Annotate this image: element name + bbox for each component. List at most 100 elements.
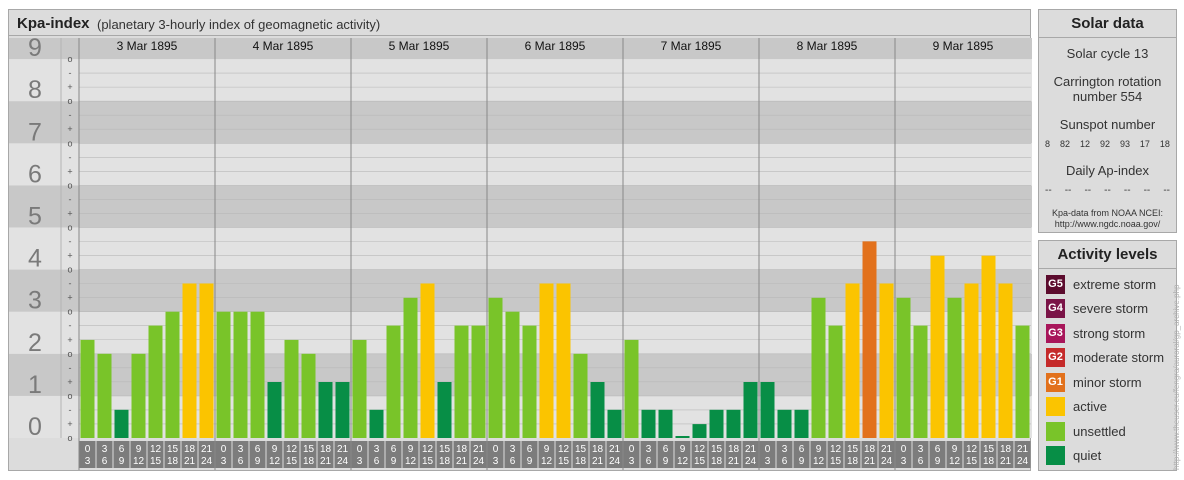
kp-bar bbox=[947, 297, 962, 438]
interval-end-label: 6 bbox=[238, 456, 244, 467]
interval-start-label: 15 bbox=[167, 444, 179, 455]
interval-start-label: 12 bbox=[694, 444, 706, 455]
interval-start-label: 9 bbox=[952, 444, 958, 455]
activity-level-label: minor storm bbox=[1073, 374, 1142, 390]
kp-bar bbox=[369, 409, 384, 438]
interval-start-label: 3 bbox=[374, 444, 380, 455]
kp-bar bbox=[692, 424, 707, 438]
solar-data-title: Solar data bbox=[1039, 10, 1176, 38]
sunspot-value: 17 bbox=[1139, 139, 1150, 149]
interval-end-label: 9 bbox=[255, 456, 261, 467]
chart-title: Kpa-index bbox=[17, 15, 90, 32]
kp-bar bbox=[267, 382, 282, 438]
source-line: Kpa-data from NOAA NCEI: bbox=[1051, 208, 1164, 218]
interval-start-label: 15 bbox=[439, 444, 451, 455]
kp-bar bbox=[97, 353, 112, 438]
interval-end-label: 3 bbox=[85, 456, 91, 467]
interval-end-label: 3 bbox=[493, 456, 499, 467]
kp-bar bbox=[879, 283, 894, 438]
solar-cycle: Solar cycle 13 bbox=[1066, 46, 1149, 61]
activity-level-swatch bbox=[1046, 397, 1065, 416]
sunspot-value: 93 bbox=[1119, 139, 1130, 149]
interval-start-label: 12 bbox=[558, 444, 570, 455]
interval-end-label: 6 bbox=[374, 456, 380, 467]
interval-end-label: 12 bbox=[949, 456, 961, 467]
interval-end-label: 18 bbox=[983, 456, 995, 467]
kp-bar bbox=[828, 325, 843, 438]
interval-start-label: 9 bbox=[816, 444, 822, 455]
minor-tick-label: - bbox=[69, 152, 72, 162]
minor-tick-label: - bbox=[69, 237, 72, 247]
activity-level-label: quiet bbox=[1073, 448, 1102, 463]
y-tick-label: 7 bbox=[28, 118, 42, 146]
y-tick-label: 4 bbox=[28, 245, 42, 273]
minor-tick-label: - bbox=[69, 194, 72, 204]
interval-end-label: 12 bbox=[405, 456, 417, 467]
source-link[interactable]: http://www.ngdc.noaa.gov/ bbox=[1039, 219, 1176, 230]
interval-start-label: 21 bbox=[337, 444, 349, 455]
kp-bar bbox=[811, 297, 826, 438]
interval-end-label: 9 bbox=[663, 456, 669, 467]
interval-end-label: 12 bbox=[541, 456, 553, 467]
kp-bar bbox=[80, 339, 95, 438]
interval-start-label: 6 bbox=[935, 444, 941, 455]
minor-tick-label: o bbox=[67, 138, 72, 148]
activity-level-row: G3 strong storm bbox=[1046, 323, 1145, 343]
activity-level-swatch: G5 bbox=[1046, 274, 1065, 294]
minor-tick-label: - bbox=[69, 68, 72, 78]
ap-value: -- bbox=[1123, 185, 1131, 196]
kp-bar bbox=[862, 241, 877, 438]
kp-bar bbox=[624, 339, 639, 438]
daily-ap-label: Daily Ap-index bbox=[1065, 163, 1150, 178]
ap-value: -- bbox=[1163, 185, 1170, 196]
minor-tick-label: + bbox=[67, 208, 72, 218]
activity-level-label: severe storm bbox=[1073, 301, 1149, 316]
interval-end-label: 24 bbox=[609, 456, 621, 467]
interval-end-label: 6 bbox=[918, 456, 924, 467]
day-label: 8 Mar 1895 bbox=[797, 39, 858, 53]
minor-tick-label: o bbox=[67, 180, 72, 190]
interval-start-label: 9 bbox=[136, 444, 142, 455]
interval-end-label: 24 bbox=[473, 456, 485, 467]
kp-bar bbox=[114, 409, 129, 438]
kp-bar bbox=[726, 409, 741, 438]
interval-start-label: 3 bbox=[510, 444, 516, 455]
kp-bar bbox=[165, 311, 180, 438]
minor-tick-label: + bbox=[67, 124, 72, 134]
kp-bar bbox=[131, 353, 146, 438]
interval-start-label: 6 bbox=[527, 444, 533, 455]
activity-level-label: moderate storm bbox=[1073, 350, 1165, 365]
minor-tick-label: - bbox=[69, 279, 72, 289]
interval-start-label: 0 bbox=[765, 444, 771, 455]
minor-tick-label: o bbox=[67, 222, 72, 232]
interval-start-label: 0 bbox=[357, 444, 363, 455]
interval-start-label: 9 bbox=[408, 444, 414, 455]
kp-bar bbox=[471, 325, 486, 438]
kp-band bbox=[9, 269, 1032, 312]
y-tick-label: 0 bbox=[28, 413, 42, 441]
interval-end-label: 18 bbox=[847, 456, 859, 467]
interval-start-label: 18 bbox=[1000, 444, 1012, 455]
day-label: 9 Mar 1895 bbox=[933, 39, 994, 53]
kp-bar bbox=[522, 325, 537, 438]
kp-band bbox=[9, 227, 1032, 270]
sunspot-value: 12 bbox=[1079, 139, 1090, 149]
kp-bar bbox=[437, 382, 452, 438]
activity-level-swatch bbox=[1046, 421, 1065, 441]
activity-levels-title: Activity levels bbox=[1039, 241, 1176, 269]
interval-end-label: 18 bbox=[167, 456, 179, 467]
interval-end-label: 3 bbox=[221, 456, 227, 467]
kp-bar bbox=[1015, 325, 1030, 438]
interval-start-label: 0 bbox=[85, 444, 91, 455]
interval-end-label: 24 bbox=[745, 456, 757, 467]
kp-bar bbox=[301, 353, 316, 438]
interval-end-label: 3 bbox=[357, 456, 363, 467]
interval-start-label: 3 bbox=[782, 444, 788, 455]
kp-bar bbox=[760, 382, 775, 438]
minor-tick-label: + bbox=[67, 166, 72, 176]
interval-start-label: 15 bbox=[575, 444, 587, 455]
interval-end-label: 21 bbox=[592, 456, 604, 467]
interval-end-label: 21 bbox=[864, 456, 876, 467]
minor-tick-label: + bbox=[67, 377, 72, 387]
interval-start-label: 6 bbox=[119, 444, 125, 455]
